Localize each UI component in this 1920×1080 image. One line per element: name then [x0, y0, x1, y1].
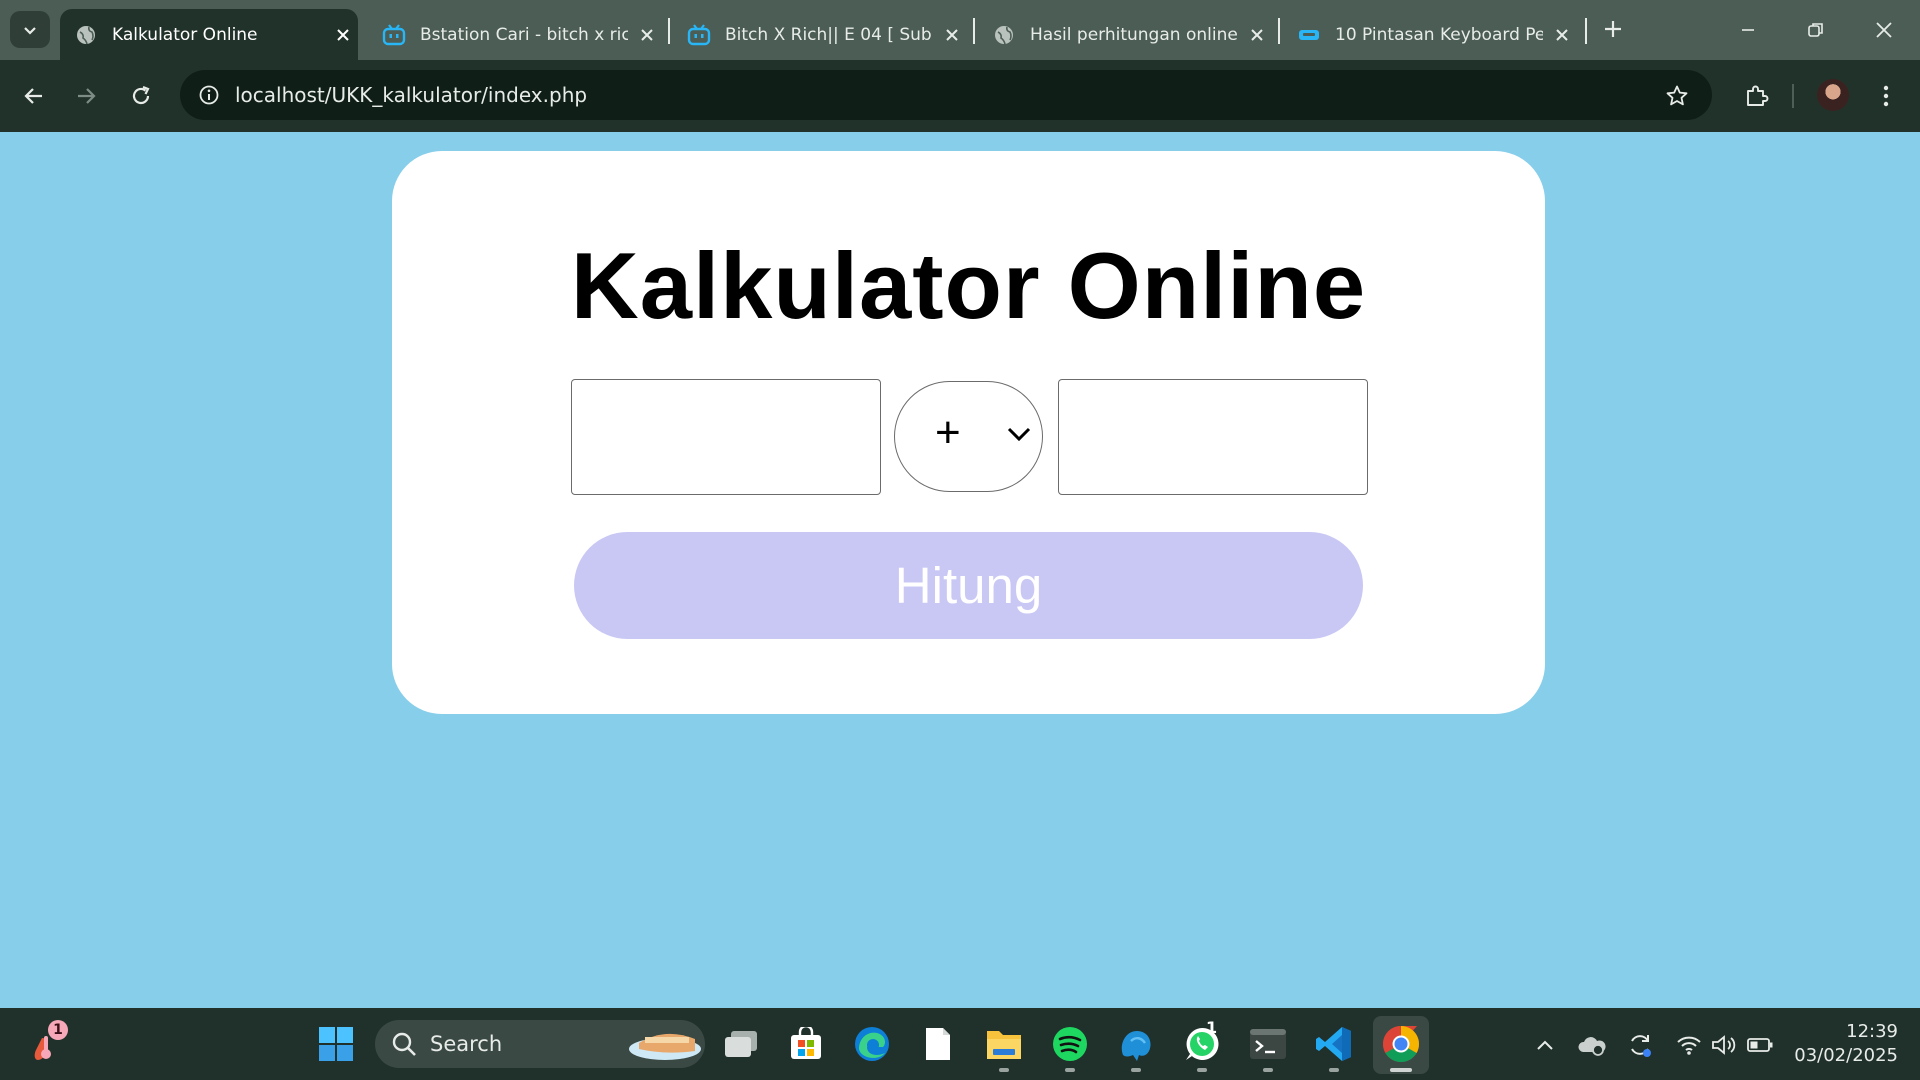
- running-indicator: [1329, 1068, 1339, 1072]
- tab-separator: [668, 18, 670, 44]
- spotify-icon[interactable]: [1048, 1022, 1092, 1066]
- first-number-input[interactable]: [571, 379, 881, 495]
- close-icon: [1876, 22, 1892, 38]
- tab-hasil-perhitungan[interactable]: Hasil perhitungan online: [978, 9, 1268, 60]
- minimize-button[interactable]: [1726, 12, 1770, 48]
- chevron-up-icon[interactable]: [1530, 1030, 1560, 1060]
- store-icon[interactable]: [784, 1022, 828, 1066]
- search-highlight-icon: [629, 1033, 701, 1060]
- browser-menu-icon[interactable]: [1870, 80, 1902, 112]
- whatsapp-icon[interactable]: [1180, 1022, 1224, 1066]
- file-explorer-icon[interactable]: [982, 1022, 1026, 1066]
- app-icon[interactable]: [1114, 1022, 1158, 1066]
- tab-separator: [973, 18, 975, 44]
- tab-title: 10 Pintasan Keyboard Penting: [1335, 24, 1544, 45]
- toolbar-separator: [1792, 84, 1794, 108]
- clock-date[interactable]: 03/02/2025: [1778, 1045, 1898, 1066]
- widgets-badge: 1: [48, 1020, 68, 1040]
- restore-icon: [1808, 23, 1823, 37]
- tab-search-button[interactable]: [10, 11, 50, 48]
- restore-button[interactable]: [1794, 12, 1838, 48]
- new-tab-button[interactable]: [1598, 14, 1628, 44]
- operator-selected-value: +: [935, 408, 961, 457]
- task-view-icon[interactable]: [719, 1022, 763, 1066]
- minimize-icon: [1742, 29, 1754, 31]
- chevron-down-icon: [1007, 427, 1031, 442]
- volume-icon[interactable]: [1709, 1030, 1739, 1060]
- bookmark-star-icon[interactable]: [1661, 80, 1693, 112]
- battery-icon[interactable]: [1745, 1030, 1775, 1060]
- profile-avatar[interactable]: [1817, 79, 1849, 111]
- arrow-right-icon: [78, 88, 96, 104]
- close-icon[interactable]: [1246, 24, 1268, 46]
- clock-time[interactable]: 12:39: [1818, 1021, 1898, 1042]
- running-indicator: [999, 1068, 1009, 1072]
- url-text[interactable]: localhost/UKK_kalkulator/index.php: [235, 83, 587, 107]
- keyboard-site-icon: [1297, 23, 1321, 47]
- chrome-icon[interactable]: [1379, 1022, 1423, 1066]
- terminal-icon[interactable]: [1246, 1022, 1290, 1066]
- search-placeholder: Search: [430, 1032, 503, 1056]
- tab-title: Kalkulator Online: [112, 24, 258, 45]
- tab-kalkulator-online[interactable]: Kalkulator Online: [60, 9, 358, 60]
- sync-icon[interactable]: [1625, 1030, 1655, 1060]
- hitung-button[interactable]: Hitung: [574, 532, 1363, 639]
- search-icon: [392, 1032, 416, 1056]
- arrow-left-icon: [24, 88, 42, 104]
- running-indicator: [1065, 1068, 1075, 1072]
- running-indicator-active: [1390, 1068, 1412, 1072]
- second-number-input[interactable]: [1058, 379, 1368, 495]
- globe-icon: [74, 23, 98, 47]
- reload-icon: [132, 85, 150, 105]
- tab-title: Hasil perhitungan online: [1030, 24, 1238, 45]
- vscode-icon[interactable]: [1312, 1022, 1356, 1066]
- tab-separator: [1278, 18, 1280, 44]
- back-button[interactable]: [16, 78, 52, 114]
- wifi-icon[interactable]: [1674, 1030, 1704, 1060]
- onedrive-icon[interactable]: [1577, 1030, 1607, 1060]
- chevron-down-icon: [24, 26, 36, 35]
- plus-icon: [1605, 21, 1621, 37]
- reload-button[interactable]: [123, 78, 159, 114]
- start-icon[interactable]: [314, 1022, 358, 1066]
- whatsapp-badge: 1: [1206, 1018, 1218, 1037]
- bilibili-icon: [687, 23, 711, 47]
- site-info-icon[interactable]: [196, 82, 222, 108]
- tab-bitch-x-rich-episode[interactable]: Bitch X Rich|| E 04 [ Sub Indo ]: [673, 9, 963, 60]
- close-icon[interactable]: [1551, 24, 1573, 46]
- forward-button[interactable]: [68, 78, 104, 114]
- bilibili-icon: [382, 23, 406, 47]
- tab-title: Bitch X Rich|| E 04 [ Sub Indo ]: [725, 24, 933, 45]
- close-icon[interactable]: [636, 24, 658, 46]
- extensions-puzzle-icon[interactable]: [1738, 78, 1774, 114]
- edge-icon[interactable]: [850, 1022, 894, 1066]
- tab-pintasan-keyboard[interactable]: 10 Pintasan Keyboard Penting: [1283, 9, 1573, 60]
- close-icon[interactable]: [332, 24, 354, 46]
- page-title: Kalkulator Online: [570, 233, 1367, 338]
- running-indicator: [1131, 1068, 1141, 1072]
- globe-icon: [992, 23, 1016, 47]
- close-window-button[interactable]: [1862, 12, 1906, 48]
- close-icon[interactable]: [941, 24, 963, 46]
- tab-separator: [1585, 18, 1587, 44]
- tab-bstation-cari[interactable]: Bstation Cari - bitch x rich: [368, 9, 658, 60]
- file-icon[interactable]: [916, 1022, 960, 1066]
- running-indicator: [1197, 1068, 1207, 1072]
- tab-title: Bstation Cari - bitch x rich: [420, 24, 629, 45]
- running-indicator: [1263, 1068, 1273, 1072]
